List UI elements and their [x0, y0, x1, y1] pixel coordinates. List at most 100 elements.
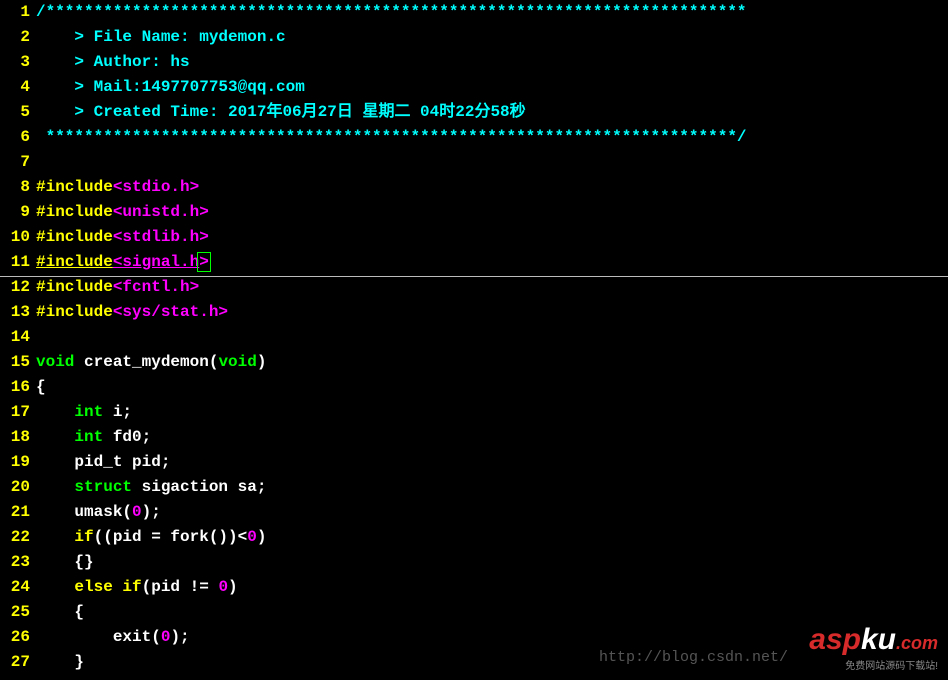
token: {}: [36, 553, 94, 571]
code-line[interactable]: 2 > File Name: mydemon.c: [0, 25, 948, 50]
token: >: [197, 252, 211, 272]
token: ): [257, 528, 267, 546]
code-content[interactable]: [36, 325, 948, 350]
code-content[interactable]: {: [36, 375, 948, 400]
token: if: [74, 528, 93, 546]
code-content[interactable]: [36, 150, 948, 175]
token: <stdlib.h>: [113, 228, 209, 246]
code-line[interactable]: 26 exit(0);: [0, 625, 948, 650]
cursor-line-rule: [0, 276, 948, 277]
token: creat_mydemon(: [74, 353, 218, 371]
code-content[interactable]: /***************************************…: [36, 0, 948, 25]
watermark-brand-b: ku: [861, 623, 896, 656]
code-content[interactable]: > Author: hs: [36, 50, 948, 75]
code-line[interactable]: 15void creat_mydemon(void): [0, 350, 948, 375]
line-number: 27: [0, 650, 36, 675]
token: }: [36, 653, 84, 671]
code-content[interactable]: ****************************************…: [36, 125, 948, 150]
code-content[interactable]: int i;: [36, 400, 948, 425]
token: <fcntl.h>: [113, 278, 199, 296]
token: void: [218, 353, 256, 371]
code-content[interactable]: > Created Time: 2017年06月27日 星期二 04时22分58…: [36, 100, 948, 125]
token: > Author: hs: [36, 53, 190, 71]
code-content[interactable]: struct sigaction sa;: [36, 475, 948, 500]
token: #include: [36, 178, 113, 196]
code-line[interactable]: 24 else if(pid != 0): [0, 575, 948, 600]
code-content[interactable]: {}: [36, 550, 948, 575]
token: <unistd.h>: [113, 203, 209, 221]
code-line[interactable]: 5 > Created Time: 2017年06月27日 星期二 04时22分…: [0, 100, 948, 125]
code-content[interactable]: void creat_mydemon(void): [36, 350, 948, 375]
code-line[interactable]: 6 **************************************…: [0, 125, 948, 150]
code-line[interactable]: 9#include<unistd.h>: [0, 200, 948, 225]
token: (pid !=: [142, 578, 219, 596]
token: /***************************************…: [36, 3, 747, 21]
code-line[interactable]: 1/**************************************…: [0, 0, 948, 25]
line-number: 4: [0, 75, 36, 100]
code-line[interactable]: 20 struct sigaction sa;: [0, 475, 948, 500]
token: if: [122, 578, 141, 596]
token: pid_t pid;: [36, 453, 170, 471]
token: #include: [36, 203, 113, 221]
line-number: 1: [0, 0, 36, 25]
line-number: 6: [0, 125, 36, 150]
code-content[interactable]: #include<fcntl.h>: [36, 275, 948, 300]
token: fd0;: [103, 428, 151, 446]
code-line[interactable]: 17 int i;: [0, 400, 948, 425]
code-line[interactable]: 13#include<sys/stat.h>: [0, 300, 948, 325]
token: i;: [103, 403, 132, 421]
code-line[interactable]: 16{: [0, 375, 948, 400]
code-line[interactable]: 22 if((pid = fork())<0): [0, 525, 948, 550]
line-number: 17: [0, 400, 36, 425]
line-number: 3: [0, 50, 36, 75]
site-watermark: aspku.com 免费网站源码下载站!: [809, 623, 938, 672]
code-content[interactable]: else if(pid != 0): [36, 575, 948, 600]
token: void: [36, 353, 74, 371]
code-line[interactable]: 14: [0, 325, 948, 350]
code-line[interactable]: 19 pid_t pid;: [0, 450, 948, 475]
code-line[interactable]: 25 {: [0, 600, 948, 625]
code-line[interactable]: 10#include<stdlib.h>: [0, 225, 948, 250]
code-line[interactable]: 21 umask(0);: [0, 500, 948, 525]
code-content[interactable]: pid_t pid;: [36, 450, 948, 475]
token: <stdio.h>: [113, 178, 199, 196]
code-content[interactable]: #include<stdlib.h>: [36, 225, 948, 250]
token: );: [170, 628, 189, 646]
watermark-tagline: 免费网站源码下载站!: [809, 657, 938, 672]
code-content[interactable]: if((pid = fork())<0): [36, 525, 948, 550]
token: 0: [132, 503, 142, 521]
line-number: 14: [0, 325, 36, 350]
code-line[interactable]: 11#include<signal.h>: [0, 250, 948, 275]
line-number: 5: [0, 100, 36, 125]
token: [36, 578, 74, 596]
code-line[interactable]: 7: [0, 150, 948, 175]
token: [36, 428, 74, 446]
code-line[interactable]: 8#include<stdio.h>: [0, 175, 948, 200]
code-content[interactable]: > File Name: mydemon.c: [36, 25, 948, 50]
code-content[interactable]: #include<sys/stat.h>: [36, 300, 948, 325]
token: {: [36, 378, 46, 396]
token: int: [74, 403, 103, 421]
code-content[interactable]: {: [36, 600, 948, 625]
code-content[interactable]: #include<stdio.h>: [36, 175, 948, 200]
code-content[interactable]: int fd0;: [36, 425, 948, 450]
token: umask(: [36, 503, 132, 521]
code-content[interactable]: #include<unistd.h>: [36, 200, 948, 225]
line-number: 19: [0, 450, 36, 475]
line-number: 2: [0, 25, 36, 50]
code-content[interactable]: > Mail:1497707753@qq.com: [36, 75, 948, 100]
code-content[interactable]: #include<signal.h>: [36, 250, 948, 275]
code-line[interactable]: 4 > Mail:1497707753@qq.com: [0, 75, 948, 100]
token: #include: [36, 278, 113, 296]
code-line[interactable]: 18 int fd0;: [0, 425, 948, 450]
code-line[interactable]: 23 {}: [0, 550, 948, 575]
code-line[interactable]: 27 }: [0, 650, 948, 675]
token: exit(: [36, 628, 161, 646]
code-content[interactable]: umask(0);: [36, 500, 948, 525]
token: 0: [161, 628, 171, 646]
code-line[interactable]: 12#include<fcntl.h>: [0, 275, 948, 300]
code-editor[interactable]: 1/**************************************…: [0, 0, 948, 680]
code-line[interactable]: 3 > Author: hs: [0, 50, 948, 75]
line-number: 16: [0, 375, 36, 400]
line-number: 24: [0, 575, 36, 600]
